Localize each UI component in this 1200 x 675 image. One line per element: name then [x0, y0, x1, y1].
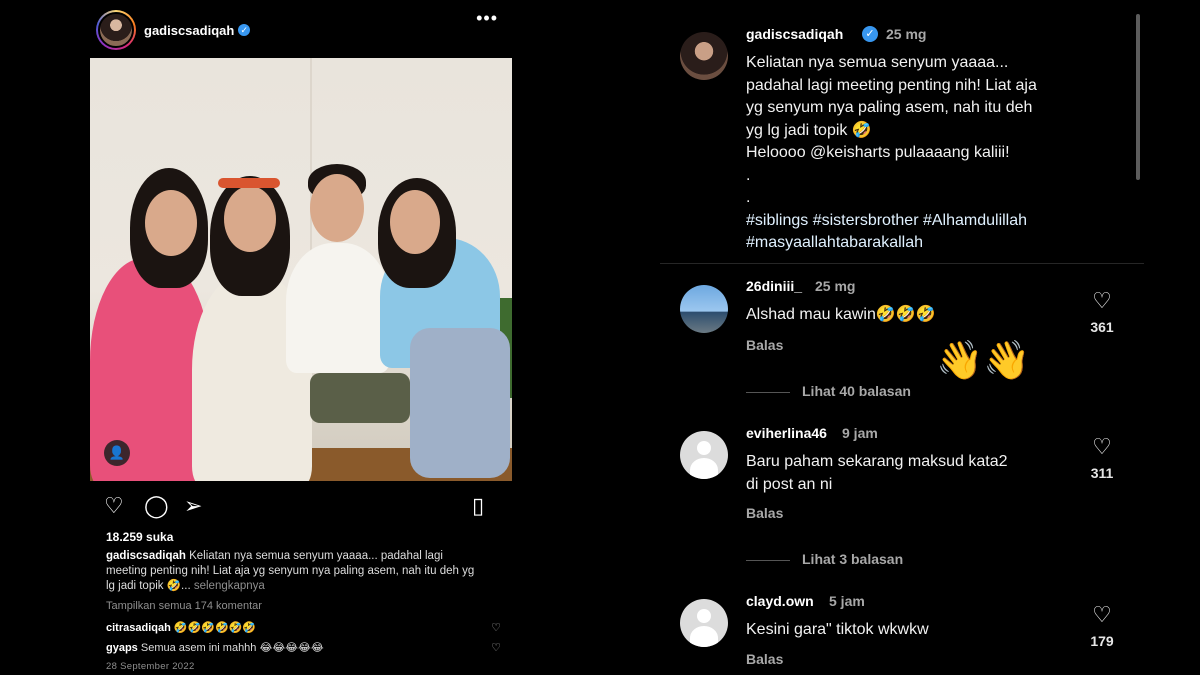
- post-actions-bar: ♡ ◯ ➢ ▯: [104, 494, 504, 520]
- caption-line: Heloooo @keisharts pulaaaang kaliii!: [746, 144, 1010, 161]
- share-send-icon[interactable]: ➢: [184, 494, 202, 518]
- caption-line: yg senyum nya paling asem, nah itu deh: [746, 99, 1033, 116]
- caption-line: yg lg jadi topik 🤣: [746, 121, 872, 139]
- comment-like-count: 361: [1090, 319, 1114, 335]
- caption-divider: [660, 263, 1144, 264]
- comment-like-count: 311: [1090, 465, 1114, 481]
- waving-hands-sticker: 👋👋: [936, 340, 1031, 382]
- comment-avatar[interactable]: [680, 431, 728, 479]
- like-heart-icon[interactable]: ♡: [104, 494, 124, 518]
- mini-comment: gyaps Semua asem ini mahhh 😂😂😂😂😂 ♡: [106, 641, 501, 654]
- comment-time: 9 jam: [842, 425, 878, 441]
- caption-line: Keliatan nya semua senyum yaaaa...: [746, 54, 1009, 71]
- caption-username[interactable]: gadiscsadiqah: [106, 550, 186, 562]
- view-replies-link[interactable]: Lihat 3 balasan: [746, 551, 903, 567]
- view-all-comments-link[interactable]: Tampilkan semua 174 komentar: [106, 600, 262, 612]
- verified-badge-icon: ✓: [862, 26, 878, 42]
- comment-like-icon[interactable]: ♡: [1090, 604, 1114, 626]
- reply-button[interactable]: Balas: [746, 651, 783, 667]
- caption-line: padahal lagi meeting penting nih! Liat a…: [746, 76, 1037, 94]
- likes-count[interactable]: 18.259 suka: [106, 530, 173, 544]
- comment-like-count: 179: [1090, 633, 1114, 649]
- mini-comment-like-icon[interactable]: ♡: [491, 621, 501, 634]
- mini-comment-like-icon[interactable]: ♡: [491, 641, 501, 654]
- post-header: gadiscsadiqah ✓: [96, 10, 508, 50]
- caption-more-link[interactable]: selengkapnya: [194, 580, 265, 592]
- comments-scrollbar[interactable]: [1136, 14, 1140, 180]
- comment-like-icon[interactable]: ♡: [1090, 290, 1114, 312]
- post-date: 28 September 2022: [106, 661, 195, 672]
- tagged-users-icon[interactable]: 👤: [104, 440, 130, 466]
- reply-button[interactable]: Balas: [746, 337, 783, 353]
- comment-text: Baru paham sekarang maksud kata2 di post…: [746, 451, 1007, 496]
- comment-avatar[interactable]: [680, 285, 728, 333]
- comment-like-icon[interactable]: ♡: [1090, 436, 1114, 458]
- caption-hashtags[interactable]: #masyaallahtabarakallah: [746, 232, 1126, 255]
- more-options-icon[interactable]: •••: [476, 8, 498, 29]
- view-replies-label[interactable]: Lihat 3 balasan: [802, 551, 903, 567]
- caption-line: .: [746, 166, 751, 184]
- caption-author-username[interactable]: gadiscsadiqah: [746, 26, 843, 42]
- reply-button[interactable]: Balas: [746, 505, 783, 521]
- post-photo[interactable]: [90, 58, 512, 481]
- mini-comment-text: 🤣🤣🤣🤣🤣🤣: [173, 622, 257, 634]
- view-replies-link[interactable]: Lihat 40 balasan: [746, 383, 911, 399]
- comment-icon[interactable]: ◯: [144, 494, 169, 518]
- comment-text-line: Baru paham sekarang maksud kata2: [746, 453, 1008, 470]
- post-caption: gadiscsadiqah Keliatan nya semua senyum …: [106, 549, 486, 594]
- comment-username[interactable]: 26diniii_: [746, 278, 802, 294]
- comment-text: Kesini gara" tiktok wkwkw: [746, 621, 929, 638]
- comment-text-line: di post an ni: [746, 475, 833, 493]
- mini-comment-text: Semua asem ini mahhh 😂😂😂😂😂: [140, 642, 324, 654]
- view-replies-label[interactable]: Lihat 40 balasan: [802, 383, 911, 399]
- mini-comment: citrasadiqah 🤣🤣🤣🤣🤣🤣 ♡: [106, 621, 501, 634]
- comment-time: 5 jam: [829, 593, 865, 609]
- caption-author-avatar[interactable]: [680, 32, 728, 80]
- feed-post: gadiscsadiqah ✓ ••• 👤 ♡ ◯ ➢ ▯ 18.259 suk…: [90, 0, 512, 675]
- caption-time: 25 mg: [886, 26, 927, 42]
- comment-text: Alshad mau kawin🤣🤣🤣: [746, 306, 936, 323]
- post-author-username[interactable]: gadiscsadiqah: [144, 23, 234, 38]
- comment-username[interactable]: clayd.own: [746, 593, 814, 609]
- verified-badge-icon: ✓: [238, 24, 251, 36]
- comment-username[interactable]: eviherlina46: [746, 425, 827, 441]
- caption-line: .: [746, 189, 751, 206]
- post-author-avatar[interactable]: [96, 10, 136, 50]
- comment-avatar[interactable]: [680, 599, 728, 647]
- save-bookmark-icon[interactable]: ▯: [472, 494, 484, 518]
- caption-full-text: Keliatan nya semua senyum yaaaa... padah…: [746, 52, 1126, 255]
- mini-comment-user[interactable]: citrasadiqah: [106, 622, 171, 634]
- caption-hashtags[interactable]: #siblings #sistersbrother #Alhamdulillah: [746, 210, 1126, 233]
- mini-comment-user[interactable]: gyaps: [106, 642, 138, 654]
- comment-time: 25 mg: [815, 278, 856, 294]
